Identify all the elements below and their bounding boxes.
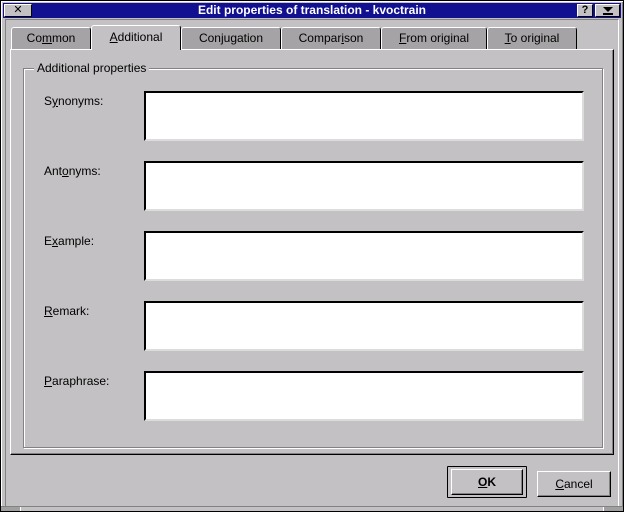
title-bar[interactable]: Edit properties of translation - kvoctra… xyxy=(3,3,621,18)
synonyms-field[interactable] xyxy=(144,91,584,141)
dialog-window: Edit properties of translation - kvoctra… xyxy=(0,0,624,512)
help-icon: ? xyxy=(581,4,589,16)
window-title: Edit properties of translation - kvoctra… xyxy=(197,3,427,17)
tab-label: Additional xyxy=(109,30,163,44)
group-title: Additional properties xyxy=(34,60,150,76)
example-row: Example: xyxy=(24,231,604,281)
remark-label: Remark: xyxy=(44,304,90,318)
antonyms-label: Antonyms: xyxy=(44,164,101,178)
tab-additional[interactable]: Additional xyxy=(91,25,181,50)
window-menu-button[interactable] xyxy=(595,4,620,17)
menu-bar-icon xyxy=(602,13,613,15)
cancel-button-label: Cancel xyxy=(555,477,593,491)
tab-label: To original xyxy=(504,31,560,45)
tab-conjugation[interactable]: Conjugation xyxy=(181,27,281,49)
close-button[interactable]: ✕ xyxy=(4,4,32,17)
tab-to-original[interactable]: To original xyxy=(487,27,577,49)
tab-label: From original xyxy=(398,31,470,45)
tab-label: Conjugation xyxy=(198,31,264,45)
antonyms-row: Antonyms: xyxy=(24,161,604,211)
cancel-button[interactable]: Cancel xyxy=(537,471,611,497)
paraphrase-label: Paraphrase: xyxy=(44,374,110,388)
ok-button-default-frame: OK xyxy=(447,466,527,498)
tab-comparison[interactable]: Comparison xyxy=(281,27,381,49)
tab-label: Comparison xyxy=(298,31,364,45)
paraphrase-row: Paraphrase: xyxy=(24,371,604,421)
synonyms-row: Synonyms: xyxy=(24,91,604,141)
example-label: Example: xyxy=(44,234,95,248)
paraphrase-field[interactable] xyxy=(144,371,584,421)
synonyms-label: Synonyms: xyxy=(44,94,104,108)
menu-down-arrow-icon xyxy=(602,7,613,12)
ok-button-label: OK xyxy=(477,475,496,489)
tab-common[interactable]: Common xyxy=(11,27,91,49)
ok-button[interactable]: OK xyxy=(451,469,523,495)
resize-grip-right[interactable] xyxy=(603,507,623,511)
tab-label: Common xyxy=(26,31,76,45)
antonyms-field[interactable] xyxy=(144,161,584,211)
remark-row: Remark: xyxy=(24,301,604,351)
tab-panel-additional: Additional properties Synonyms: Antonyms… xyxy=(10,49,614,455)
tab-bar: Common Additional Conjugation Comparison… xyxy=(11,25,611,50)
remark-field[interactable] xyxy=(144,301,584,351)
tab-from-original[interactable]: From original xyxy=(381,27,487,49)
additional-properties-group: Additional properties Synonyms: Antonyms… xyxy=(23,60,604,448)
resize-grip-left[interactable] xyxy=(1,507,21,511)
close-icon: ✕ xyxy=(13,4,23,16)
example-field[interactable] xyxy=(144,231,584,281)
window-bottom-border[interactable] xyxy=(1,506,623,511)
help-button[interactable]: ? xyxy=(577,4,593,17)
